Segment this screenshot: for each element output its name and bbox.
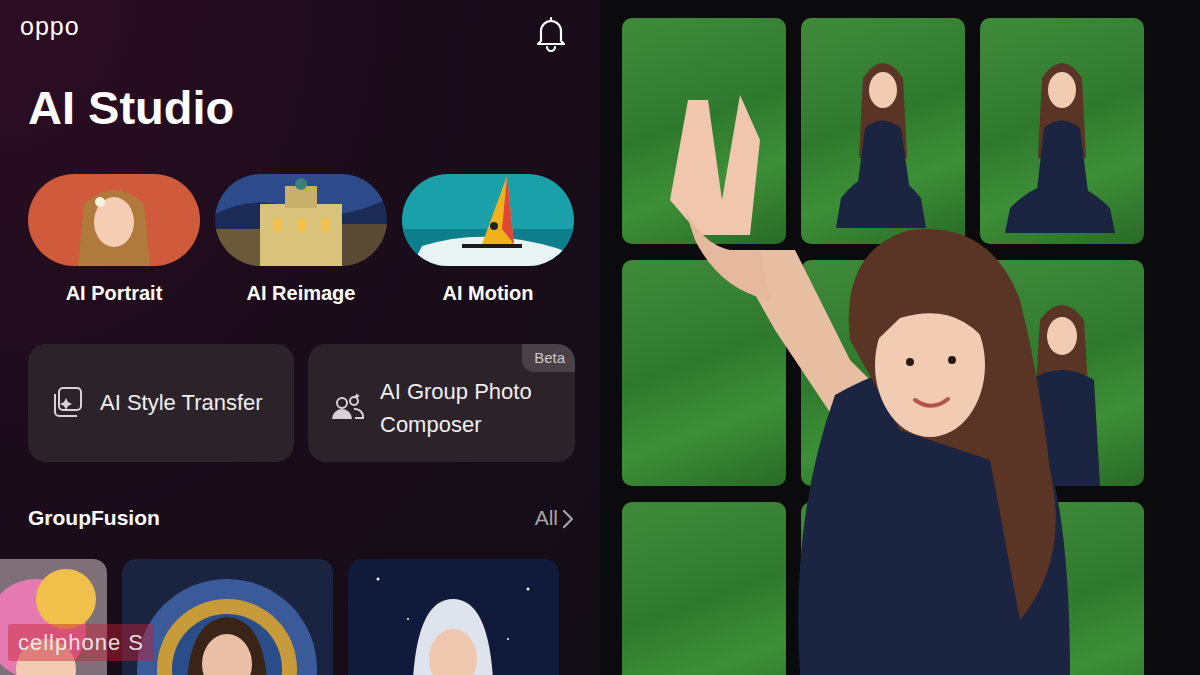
feature-thumbnail-icon[interactable] [28,174,200,266]
section-title: GroupFusion [28,502,160,534]
feature-row: AI Portrait AI Reimage AI Motion [0,174,600,308]
feature-item[interactable]: AI Portrait [28,174,200,308]
feature-label[interactable]: AI Motion [442,278,533,308]
photo-tile-icon [980,18,1144,244]
feature-thumbnail-icon[interactable] [402,174,574,266]
tool-grid: AI Style Transfer AI Group Photo Composer… [0,344,600,462]
brand-logo: oppo [20,14,80,39]
feature-label[interactable]: AI Portrait [66,278,163,308]
beta-badge: Beta [522,344,575,373]
group-people-icon [328,389,366,427]
watermark: cellphone S [8,624,154,661]
tool-label[interactable]: AI Style Transfer [100,386,263,419]
section-header: GroupFusion All [0,502,600,534]
feature-item[interactable]: AI Motion [402,174,574,308]
style-transfer-icon [48,384,86,422]
woman-photo-icon [600,0,1200,675]
photo-tile-icon [801,260,965,486]
photo-tile-icon [801,502,965,675]
notification-bell-icon[interactable] [532,14,570,52]
photo-tile-icon [622,502,786,675]
tool-button[interactable]: AI Group Photo ComposerBeta [308,344,575,462]
see-all-label[interactable]: All [535,502,558,534]
page-title: AI Studio [28,82,600,134]
groupfusion-thumbnail-icon[interactable] [348,559,559,675]
feature-thumbnail-icon[interactable] [215,174,387,266]
tool-button[interactable]: AI Style Transfer [28,344,294,462]
feature-label[interactable]: AI Reimage [247,278,356,308]
chevron-right-icon[interactable] [562,502,574,534]
photo-tile-icon [801,18,965,244]
ai-studio-panel: oppo AI Studio AI Portrait AI Reimage AI M… [0,0,600,675]
app-screen: oppo AI Studio AI Portrait AI Reimage AI M… [0,0,1200,675]
see-all-link[interactable]: All [535,502,574,534]
photo-collage [600,0,1200,675]
photo-tile-icon [980,502,1144,675]
photo-grid [600,0,1200,675]
top-bar: oppo [0,0,600,54]
photo-tile-icon [980,260,1144,486]
photo-tile-icon [622,18,786,244]
tool-label[interactable]: AI Group Photo Composer [380,375,559,441]
photo-tile-icon [622,260,786,486]
watermark-text: cellphone S [18,626,144,659]
feature-item[interactable]: AI Reimage [215,174,387,308]
